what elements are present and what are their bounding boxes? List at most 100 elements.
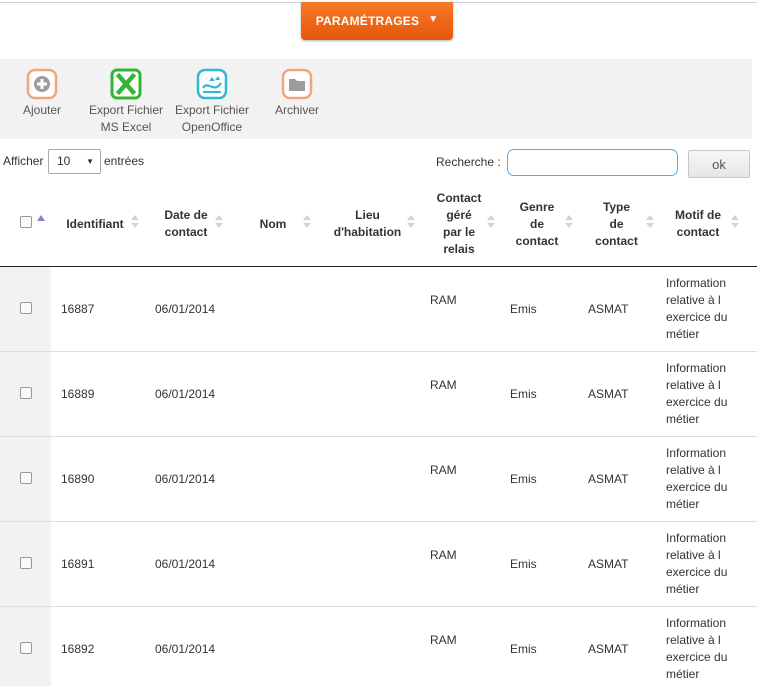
cell-motif-line4: métier bbox=[666, 412, 700, 426]
cell-relais: RAM bbox=[430, 378, 457, 392]
header-motif[interactable]: Motif de contact bbox=[664, 182, 752, 266]
search-ok-button[interactable]: ok bbox=[688, 150, 750, 178]
action-toolbar: Ajouter Export Fichier MS Excel Export F… bbox=[0, 59, 752, 139]
sort-icon bbox=[407, 215, 415, 229]
sort-icon bbox=[565, 215, 573, 229]
table-row[interactable]: 16889 06/01/2014 RAM Emis ASMAT Informat… bbox=[0, 352, 757, 437]
excel-label-line2: MS Excel bbox=[100, 120, 152, 134]
sort-icon bbox=[646, 215, 654, 229]
openoffice-label-line1: Export Fichier bbox=[174, 103, 250, 117]
redacted-nom-lieu bbox=[238, 298, 400, 318]
settings-label: PARAMÉTRAGES bbox=[315, 14, 420, 28]
archive-button[interactable]: Archiver bbox=[270, 68, 324, 119]
export-excel-button[interactable]: Export Fichier MS Excel bbox=[86, 68, 166, 136]
header-type[interactable]: Type de contact bbox=[585, 182, 658, 266]
cell-genre: Emis bbox=[510, 472, 537, 486]
table-row[interactable]: 16887 06/01/2014 RAM Emis ASMAT Informat… bbox=[0, 267, 757, 352]
header-motif-line1: Motif de bbox=[675, 208, 721, 222]
page-length-label: Afficher bbox=[3, 154, 44, 168]
caret-down-icon: ▼ bbox=[428, 13, 439, 25]
archive-label: Archiver bbox=[274, 103, 319, 117]
cell-relais: RAM bbox=[430, 293, 457, 307]
cell-type: ASMAT bbox=[588, 472, 629, 486]
header-relais[interactable]: Contact géré par le relais bbox=[426, 182, 498, 266]
cell-motif-line4: métier bbox=[666, 582, 700, 596]
settings-button[interactable]: PARAMÉTRAGES ▼ bbox=[301, 2, 453, 40]
header-date-line1: Date de bbox=[164, 208, 208, 222]
sort-asc-icon bbox=[37, 215, 45, 221]
redacted-relais bbox=[428, 480, 492, 499]
row-checkbox[interactable] bbox=[20, 472, 32, 484]
page-length-select[interactable]: 10 ▼ bbox=[48, 149, 101, 174]
add-icon bbox=[26, 68, 58, 100]
cell-motif-line1: Information bbox=[666, 531, 727, 545]
cell-identifiant: 16892 bbox=[61, 642, 95, 656]
redacted-relais bbox=[428, 650, 498, 669]
entries-label: entrées bbox=[104, 154, 145, 168]
header-identifiant[interactable]: Identifiant bbox=[60, 182, 148, 266]
cell-motif-line1: Information bbox=[666, 616, 727, 630]
header-motif-line2: contact bbox=[676, 225, 720, 239]
cell-motif-line1: Information bbox=[666, 276, 727, 290]
search-input[interactable] bbox=[507, 149, 678, 176]
excel-icon bbox=[110, 68, 142, 100]
cell-genre: Emis bbox=[510, 557, 537, 571]
header-date-line2: contact bbox=[164, 225, 208, 239]
cell-motif: Information relative à l exercice du mét… bbox=[666, 530, 741, 598]
sort-icon bbox=[215, 215, 223, 229]
add-label: Ajouter bbox=[22, 103, 62, 117]
select-arrow-icon: ▼ bbox=[86, 157, 94, 166]
table-row[interactable]: 16890 06/01/2014 RAM Emis ASMAT Informat… bbox=[0, 437, 757, 522]
table-row[interactable]: 16891 06/01/2014 RAM Emis ASMAT Informat… bbox=[0, 522, 757, 607]
cell-motif-line3: exercice du bbox=[666, 395, 728, 409]
cell-motif-line2: relative à l bbox=[666, 633, 721, 647]
cell-motif-line2: relative à l bbox=[666, 548, 721, 562]
cell-date: 06/01/2014 bbox=[155, 472, 216, 486]
header-lieu-line1: Lieu bbox=[355, 208, 380, 222]
cell-type: ASMAT bbox=[588, 302, 629, 316]
row-checkbox[interactable] bbox=[20, 557, 32, 569]
cell-motif-line3: exercice du bbox=[666, 310, 728, 324]
header-date[interactable]: Date de contact bbox=[152, 182, 230, 266]
redacted-nom-lieu bbox=[238, 468, 400, 488]
cell-motif-line1: Information bbox=[666, 361, 727, 375]
cell-identifiant: 16891 bbox=[61, 557, 95, 571]
archive-folder-icon bbox=[281, 68, 313, 100]
add-button[interactable]: Ajouter bbox=[17, 68, 67, 119]
select-all-checkbox[interactable] bbox=[20, 216, 32, 228]
cell-date: 06/01/2014 bbox=[155, 642, 216, 656]
header-type-line2: de bbox=[609, 216, 624, 231]
table-body: 16887 06/01/2014 RAM Emis ASMAT Informat… bbox=[0, 267, 757, 686]
header-lieu-label: Lieu d'habitation bbox=[326, 207, 419, 241]
header-genre[interactable]: Genre de contact bbox=[505, 182, 577, 266]
header-genre-line1: Genre bbox=[519, 199, 555, 214]
table-row[interactable]: 16892 06/01/2014 RAM Emis ASMAT Informat… bbox=[0, 607, 757, 686]
header-relais-line1: Contact bbox=[436, 191, 482, 205]
row-checkbox[interactable] bbox=[20, 302, 32, 314]
header-genre-line3: contact bbox=[515, 233, 559, 248]
cell-motif: Information relative à l exercice du mét… bbox=[666, 360, 741, 428]
export-openoffice-button[interactable]: Export Fichier OpenOffice bbox=[171, 68, 253, 136]
cell-identifiant: 16890 bbox=[61, 472, 95, 486]
cell-motif-line3: exercice du bbox=[666, 650, 728, 664]
cell-motif-line2: relative à l bbox=[666, 293, 721, 307]
cell-genre: Emis bbox=[510, 387, 537, 401]
openoffice-label-line2: OpenOffice bbox=[181, 120, 243, 134]
header-select-all[interactable] bbox=[0, 182, 51, 266]
header-nom[interactable]: Nom bbox=[236, 182, 316, 266]
cell-motif-line1: Information bbox=[666, 446, 727, 460]
header-lieu[interactable]: Lieu d'habitation bbox=[326, 182, 419, 266]
sort-icon bbox=[487, 215, 495, 229]
cell-relais: RAM bbox=[430, 548, 457, 562]
cell-motif-line3: exercice du bbox=[666, 480, 728, 494]
header-relais-line4: relais bbox=[443, 242, 475, 256]
redacted-nom-lieu bbox=[236, 638, 400, 658]
table-header: Identifiant Date de contact Nom Lieu d'h… bbox=[0, 182, 757, 267]
redacted-relais bbox=[428, 310, 490, 329]
header-relais-line2: géré bbox=[446, 208, 472, 222]
row-checkbox[interactable] bbox=[20, 387, 32, 399]
cell-date: 06/01/2014 bbox=[155, 557, 216, 571]
cell-relais: RAM bbox=[430, 463, 457, 477]
row-checkbox[interactable] bbox=[20, 642, 32, 654]
header-lieu-line2: d'habitation bbox=[333, 225, 402, 239]
